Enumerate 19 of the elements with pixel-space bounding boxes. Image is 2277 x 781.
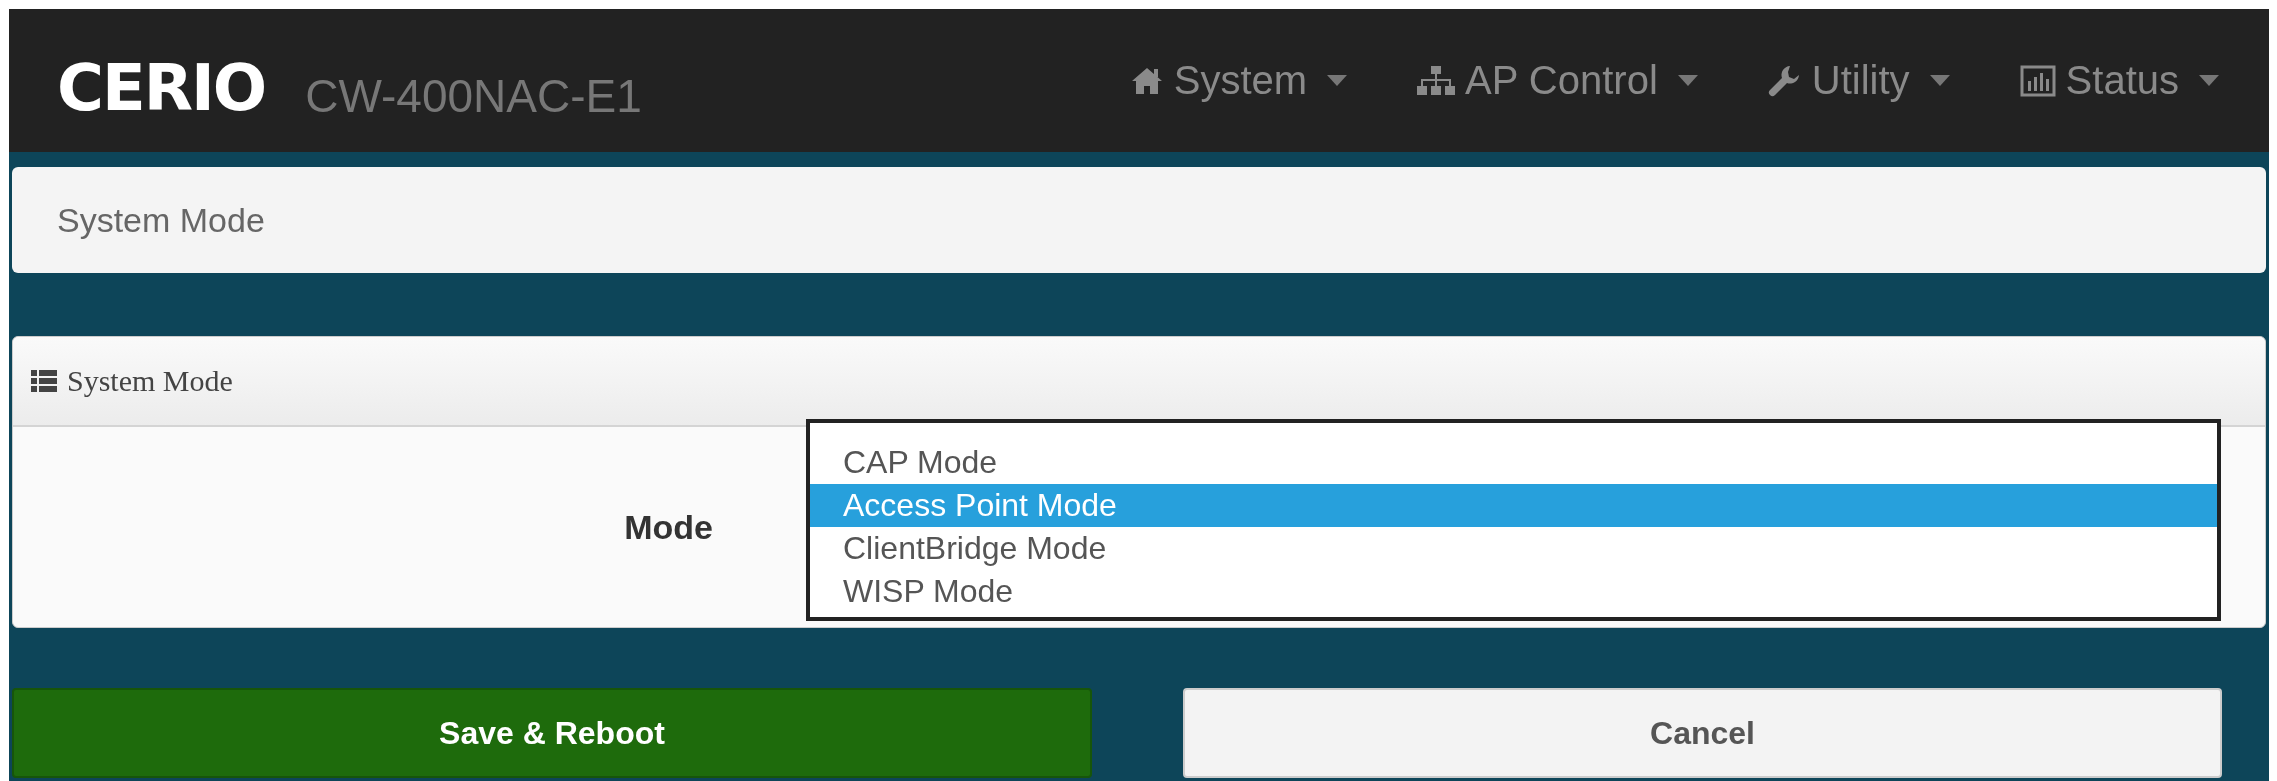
cancel-button[interactable]: Cancel: [1183, 688, 2222, 778]
sitemap-icon: [1417, 64, 1456, 97]
field-label: Mode: [623, 507, 713, 547]
device-model: CW-400NAC-E1: [305, 68, 642, 123]
caret-icon: [2199, 74, 2219, 87]
panel-title: System Mode: [67, 364, 233, 398]
wrench-icon: [1767, 63, 1802, 98]
caret-icon: [1677, 74, 1698, 87]
caret-icon: [1327, 74, 1348, 87]
logo: CERIO: [57, 50, 266, 125]
save-button[interactable]: Save & Reboot: [12, 688, 1092, 778]
page-title: System Mode: [57, 200, 265, 240]
nav-menu-item[interactable]: Status: [2019, 58, 2219, 103]
chart-icon: [2019, 64, 2056, 97]
caret-icon: [1929, 74, 1950, 87]
list-icon: [31, 370, 57, 392]
nav-menu-item[interactable]: AP Control: [1417, 58, 1698, 103]
nav-menu-item[interactable]: Utility: [1767, 58, 1950, 103]
nav-menu-item[interactable]: System: [1129, 58, 1348, 103]
